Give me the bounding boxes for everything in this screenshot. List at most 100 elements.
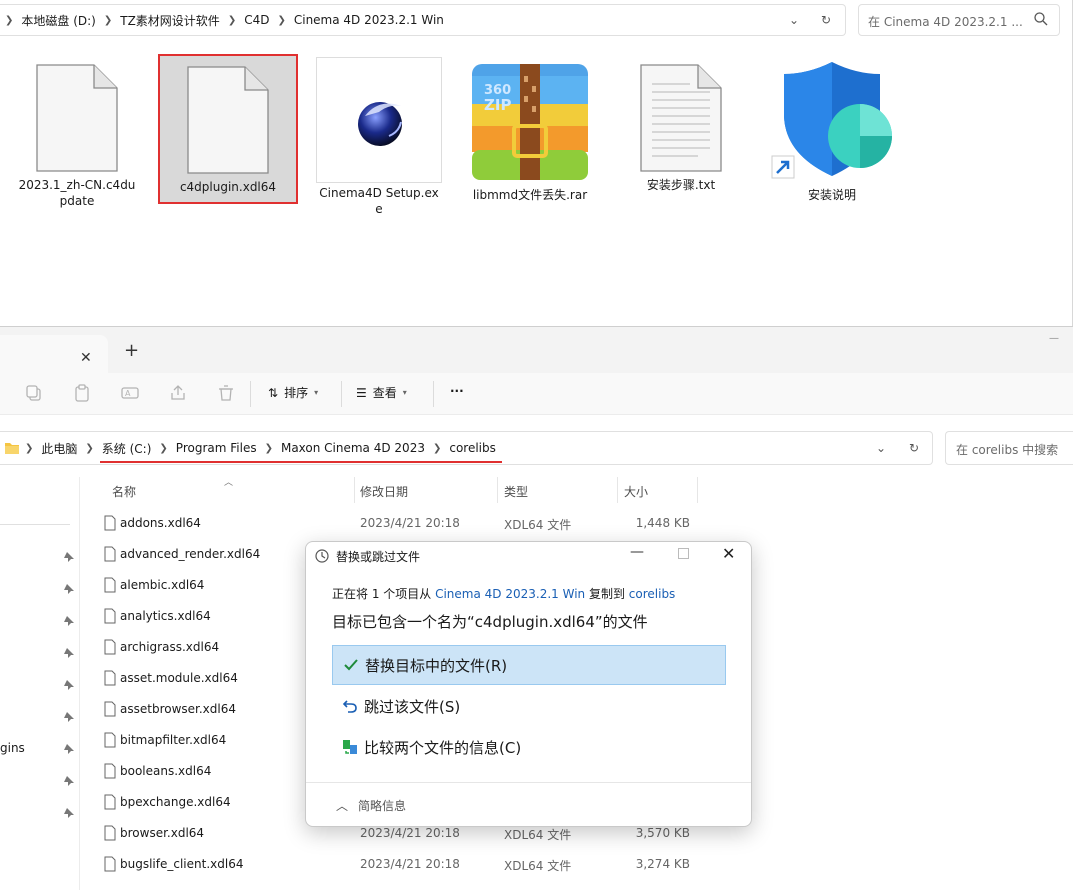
sort-button[interactable]: ⇅ 排序 ▾ — [268, 384, 318, 401]
file-item-c4dupdate[interactable]: 2023.1_zh-CN.c4dupdate — [7, 52, 147, 209]
file-type-cell: XDL64 文件 — [504, 518, 572, 532]
refresh-icon[interactable]: ↻ — [818, 12, 834, 28]
minimize-icon[interactable]: — — [630, 544, 644, 560]
file-item-install-steps-txt[interactable]: 安装步骤.txt — [611, 52, 751, 193]
tab-corelibs[interactable]: ✕ — [0, 335, 108, 373]
source-folder-link[interactable]: Cinema 4D 2023.2.1 Win — [435, 587, 585, 601]
chevron-down-icon: ▾ — [402, 388, 407, 397]
minimize-icon[interactable]: — — [1049, 333, 1059, 344]
pin-icon[interactable] — [63, 711, 75, 723]
compare-files-option[interactable]: 比较两个文件的信息(C) — [332, 727, 726, 767]
close-icon[interactable]: ✕ — [80, 350, 92, 366]
file-name: 安装步骤.txt — [646, 178, 716, 192]
pin-icon[interactable] — [63, 775, 75, 787]
file-icon — [104, 794, 116, 810]
column-divider[interactable] — [697, 477, 698, 503]
search-placeholder: 在 Cinema 4D 2023.2.1 ... — [868, 15, 1023, 29]
chevron-down-icon[interactable]: ⌄ — [873, 440, 889, 456]
pin-icon[interactable] — [63, 679, 75, 691]
chevron-down-icon: ▾ — [314, 388, 319, 397]
search-box[interactable]: 在 corelibs 中搜索 — [945, 431, 1073, 465]
file-name-cell: bitmapfilter.xdl64 — [120, 733, 227, 747]
toolbar-divider — [250, 381, 251, 407]
breadcrumb-cinema4d-win[interactable]: Cinema 4D 2023.2.1 Win — [291, 13, 447, 27]
table-row[interactable]: bugslife_client.xdl64 2023/4/21 20:18 XDL6… — [100, 849, 720, 880]
delete-icon[interactable] — [216, 383, 236, 403]
file-icon — [104, 639, 116, 655]
compare-option-label: 比较两个文件的信息(C) — [364, 738, 522, 757]
column-header-size[interactable]: 大小 — [624, 483, 648, 500]
nav-item-plugins[interactable]: gins — [0, 741, 25, 755]
toolbar-divider — [433, 381, 434, 407]
command-bar: A ⇅ 排序 ▾ ☰ 查看 ▾ ··· — [0, 373, 1073, 415]
search-placeholder: 在 corelibs 中搜索 — [956, 443, 1059, 457]
skip-file-option[interactable]: 跳过该文件(S) — [332, 686, 726, 726]
table-row[interactable]: addons.xdl64 2023/4/21 20:18 XDL64 文件 1,448… — [100, 508, 720, 539]
file-name-cell: alembic.xdl64 — [120, 578, 205, 592]
breadcrumb-c4d[interactable]: C4D — [241, 13, 272, 27]
file-name: 安装说明 — [807, 188, 856, 202]
svg-text:ZIP: ZIP — [484, 96, 511, 114]
more-options-button[interactable]: ··· — [450, 384, 464, 398]
top-explorer-window: ❯ 本地磁盘 (D:) ❯ TZ素材网设计软件 ❯ C4D ❯ Cinema 4… — [0, 0, 1073, 326]
file-item-c4dplugin-selected[interactable]: c4dplugin.xdl64 — [158, 54, 298, 204]
breadcrumb-drive-d[interactable]: 本地磁盘 (D:) — [18, 12, 98, 29]
breadcrumb-corelibs[interactable]: corelibs — [446, 441, 499, 455]
breadcrumb-program-files[interactable]: Program Files — [173, 441, 260, 455]
fewer-details-toggle[interactable]: ︿ 简略信息 — [336, 797, 406, 814]
column-divider[interactable] — [354, 477, 355, 503]
nav-divider — [0, 524, 70, 525]
pin-icon[interactable] — [63, 615, 75, 627]
file-item-cinema4d-setup[interactable]: Cinema4D Setup.exe — [309, 52, 449, 217]
fewer-details-label: 简略信息 — [358, 799, 407, 813]
blank-file-icon — [36, 64, 118, 172]
new-tab-icon[interactable]: + — [124, 340, 139, 361]
path-highlight-underline — [100, 461, 502, 463]
file-name: Cinema4D Setup.exe — [319, 186, 439, 216]
pin-icon[interactable] — [63, 807, 75, 819]
close-icon[interactable]: ✕ — [722, 544, 735, 563]
pin-icon[interactable] — [63, 583, 75, 595]
sort-icon: ⇅ — [268, 385, 279, 400]
destination-folder-link[interactable]: corelibs — [629, 587, 676, 601]
chevron-up-icon: ︿ — [336, 799, 349, 813]
chevron-right-icon: ❯ — [159, 442, 168, 454]
column-header-name[interactable]: 名称 — [112, 483, 136, 500]
share-icon[interactable] — [168, 383, 188, 403]
file-item-install-notes-shortcut[interactable]: 安装说明 — [762, 52, 902, 203]
breadcrumb-maxon-cinema4d[interactable]: Maxon Cinema 4D 2023 — [278, 441, 428, 455]
replace-file-option[interactable]: 替换目标中的文件(R) — [332, 645, 726, 685]
column-header-modified[interactable]: 修改日期 — [360, 483, 408, 500]
toolbar-divider — [341, 381, 342, 407]
breadcrumb-this-pc[interactable]: 此电脑 — [38, 440, 80, 457]
breadcrumb-tz-folder[interactable]: TZ素材网设计软件 — [117, 12, 223, 29]
column-headers: ︿ 名称 修改日期 类型 大小 — [100, 477, 720, 503]
copy-icon[interactable] — [24, 383, 44, 403]
chevron-down-icon[interactable]: ⌄ — [786, 12, 802, 28]
column-header-type[interactable]: 类型 — [504, 483, 528, 500]
column-divider[interactable] — [617, 477, 618, 503]
address-bar[interactable]: ❯ 此电脑 ❯ 系统 (C:) ❯ Program Files ❯ Maxon … — [0, 431, 933, 465]
pin-icon[interactable] — [63, 647, 75, 659]
file-icon — [104, 515, 116, 531]
search-box[interactable]: 在 Cinema 4D 2023.2.1 ... — [858, 4, 1060, 36]
refresh-icon[interactable]: ↻ — [906, 440, 922, 456]
chevron-right-icon: ❯ — [5, 14, 14, 26]
file-item-libmmd-rar[interactable]: 360 ZIP libmmd文件丢失.rar — [460, 52, 600, 203]
view-list-icon: ☰ — [356, 385, 367, 400]
file-name-cell: browser.xdl64 — [120, 826, 205, 840]
file-name-cell: assetbrowser.xdl64 — [120, 702, 236, 716]
replace-or-skip-dialog: 替换或跳过文件 — ✕ 正在将 1 个项目从 Cinema 4D 2023.2.… — [305, 541, 752, 827]
address-bar[interactable]: ❯ 本地磁盘 (D:) ❯ TZ素材网设计软件 ❯ C4D ❯ Cinema 4… — [0, 4, 846, 36]
paste-icon[interactable] — [72, 383, 92, 403]
blank-file-icon — [187, 66, 269, 174]
pin-icon[interactable] — [63, 551, 75, 563]
column-divider[interactable] — [497, 477, 498, 503]
rename-icon[interactable]: A — [120, 383, 140, 403]
copy-status-mid: 复制到 — [585, 587, 629, 601]
text-file-icon — [640, 64, 722, 172]
pin-icon[interactable] — [63, 743, 75, 755]
view-button[interactable]: ☰ 查看 ▾ — [356, 384, 407, 401]
breadcrumb-system-c[interactable]: 系统 (C:) — [99, 440, 155, 457]
file-icon — [104, 608, 116, 624]
